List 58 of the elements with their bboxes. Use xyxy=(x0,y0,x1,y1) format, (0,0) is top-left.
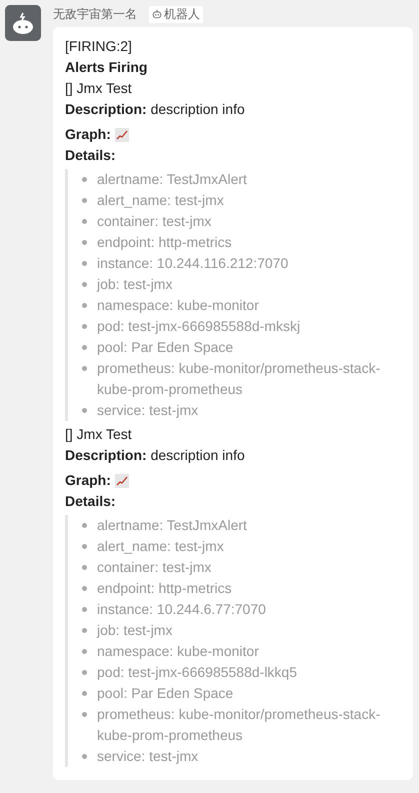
detail-text: endpoint: http-metrics xyxy=(97,233,232,252)
description-text: Description: description info xyxy=(65,446,246,465)
bullet-icon xyxy=(82,177,87,182)
bullet-icon xyxy=(82,565,87,570)
detail-text: pool: Par Eden Space xyxy=(97,338,234,357)
robot-avatar-icon xyxy=(5,5,41,41)
graph-label: Graph: xyxy=(65,471,111,490)
bullet-icon xyxy=(82,544,87,549)
bullet-icon xyxy=(82,607,87,612)
sender-name: 无敌宇宙第一名 xyxy=(53,6,137,22)
bullet-icon xyxy=(82,282,87,287)
bullet-icon xyxy=(82,261,87,266)
bullet-icon xyxy=(82,345,87,350)
status-text: [FIRING:2] xyxy=(65,37,133,56)
bullet-icon xyxy=(82,670,87,675)
bullet-icon xyxy=(82,324,87,329)
details-label: Details: xyxy=(65,492,117,511)
details-label: Details: xyxy=(65,146,117,165)
detail-text: service: test-jmx xyxy=(97,747,198,766)
bullet-icon xyxy=(82,240,87,245)
bot-tag: 机器人 xyxy=(149,6,203,22)
detail-text: container: test-jmx xyxy=(97,558,212,577)
detail-text: service: test-jmx xyxy=(97,401,198,420)
robot-icon xyxy=(152,9,162,19)
detail-text: pod: test-jmx-666985588d-lkkq5 xyxy=(97,663,298,682)
detail-text: namespace: kube-monitor xyxy=(97,642,259,661)
bullet-icon xyxy=(82,303,87,308)
bullet-icon xyxy=(82,691,87,696)
bullet-icon xyxy=(82,628,87,633)
detail-text: pod: test-jmx-666985588d-mkskj xyxy=(97,317,300,336)
detail-text: alertname: TestJmxAlert xyxy=(97,170,247,189)
detail-text: job: test-jmx xyxy=(97,621,172,640)
graph-image-icon[interactable] xyxy=(114,474,129,488)
detail-text: alert_name: test-jmx xyxy=(97,191,224,210)
bullet-icon xyxy=(82,712,87,717)
graph-label: Graph: xyxy=(65,125,111,144)
detail-text: instance: 10.244.6.77:7070 xyxy=(97,600,266,619)
bullet-icon xyxy=(82,408,87,413)
bullet-icon xyxy=(82,523,87,528)
detail-text: alertname: TestJmxAlert xyxy=(97,516,247,535)
detail-text: instance: 10.244.116.212:7070 xyxy=(97,254,288,273)
detail-text: pool: Par Eden Space xyxy=(97,684,234,703)
bullet-icon xyxy=(82,754,87,759)
detail-text: endpoint: http-metrics xyxy=(97,579,232,598)
description-text: Description: description info xyxy=(65,100,246,119)
detail-text: job: test-jmx xyxy=(97,275,172,294)
alerts-heading: Alerts Firing xyxy=(65,58,148,77)
bullet-icon xyxy=(82,198,87,203)
detail-text: alert_name: test-jmx xyxy=(97,537,224,556)
bullet-icon xyxy=(82,586,87,591)
bullet-icon xyxy=(82,366,87,371)
detail-text: container: test-jmx xyxy=(97,212,212,231)
graph-image-icon[interactable] xyxy=(114,128,129,142)
bullet-icon xyxy=(82,219,87,224)
alert-title: [] Jmx Test xyxy=(65,425,133,444)
detail-text: namespace: kube-monitor xyxy=(97,296,259,315)
alert-title: [] Jmx Test xyxy=(65,79,133,98)
bullet-icon xyxy=(82,649,87,654)
